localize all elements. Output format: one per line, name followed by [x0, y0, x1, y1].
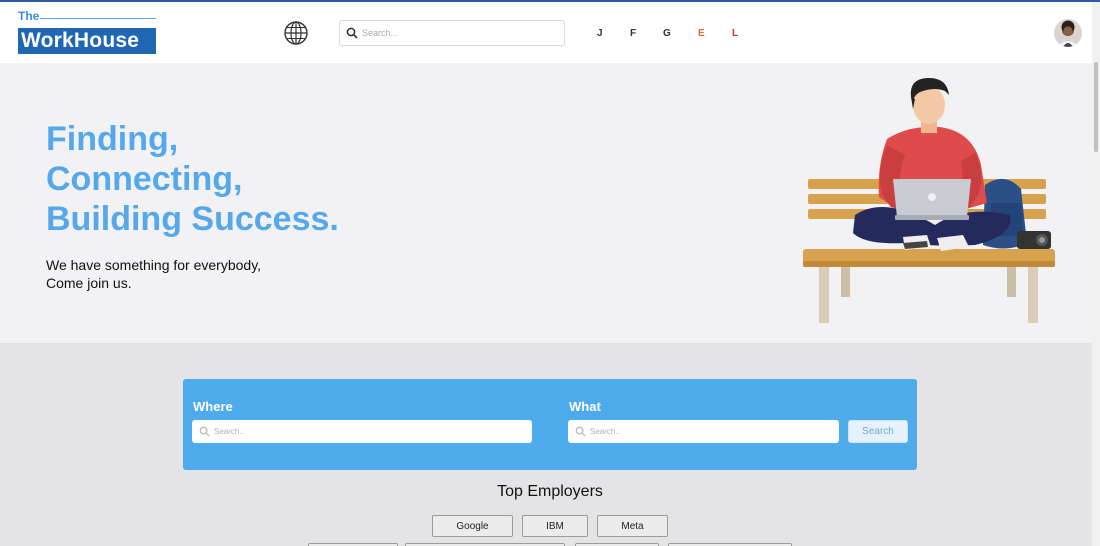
hero-section: Finding, Connecting, Building Success. W… — [0, 63, 1100, 343]
hero-title-line: Finding, — [46, 120, 179, 158]
logo[interactable]: The WorkHouse — [18, 8, 158, 58]
logo-the: The — [18, 9, 40, 23]
logo-name: WorkHouse — [18, 28, 156, 54]
what-field[interactable] — [568, 420, 839, 443]
hero-subtitle: We have something for everybody, Come jo… — [46, 256, 346, 292]
hero-title-line: Building Success. — [46, 200, 339, 238]
hero-title: Finding, Connecting, Building Success. — [46, 119, 446, 239]
logo-rule — [40, 18, 156, 19]
what-input[interactable] — [590, 424, 830, 439]
navbar: The WorkHouse J F G E L — [0, 2, 1100, 63]
hero-subtitle-line: We have something for everybody, — [46, 257, 262, 273]
nav-link-j[interactable]: J — [597, 28, 603, 39]
nav-link-e[interactable]: E — [698, 28, 705, 39]
employer-meta-button[interactable]: Meta — [597, 515, 668, 537]
hero-title-line: Connecting, — [46, 160, 243, 198]
search-button[interactable]: Search — [848, 420, 908, 443]
search-icon — [575, 426, 586, 437]
nav-link-l[interactable]: L — [732, 28, 738, 39]
search-icon — [199, 426, 210, 437]
globe-icon[interactable] — [283, 20, 309, 46]
nav-link-g[interactable]: G — [663, 28, 671, 39]
scrollbar[interactable] — [1092, 2, 1100, 546]
scrollbar-thumb[interactable] — [1094, 62, 1098, 152]
person-on-bench-illustration — [803, 77, 1055, 323]
nav-search-box[interactable] — [339, 20, 565, 46]
where-field[interactable] — [192, 420, 532, 443]
where-label: Where — [193, 399, 233, 414]
hero-subtitle-line: Come join us. — [46, 275, 132, 291]
what-label: What — [569, 399, 601, 414]
job-search-panel: Where What Search — [183, 379, 917, 470]
top-employers-title: Top Employers — [497, 483, 603, 500]
employer-google-button[interactable]: Google — [432, 515, 513, 537]
avatar[interactable] — [1054, 19, 1082, 47]
nav-search-input[interactable] — [362, 25, 557, 41]
employer-ibm-button[interactable]: IBM — [522, 515, 588, 537]
where-input[interactable] — [214, 424, 524, 439]
nav-link-f[interactable]: F — [630, 28, 636, 39]
search-icon — [346, 27, 358, 39]
